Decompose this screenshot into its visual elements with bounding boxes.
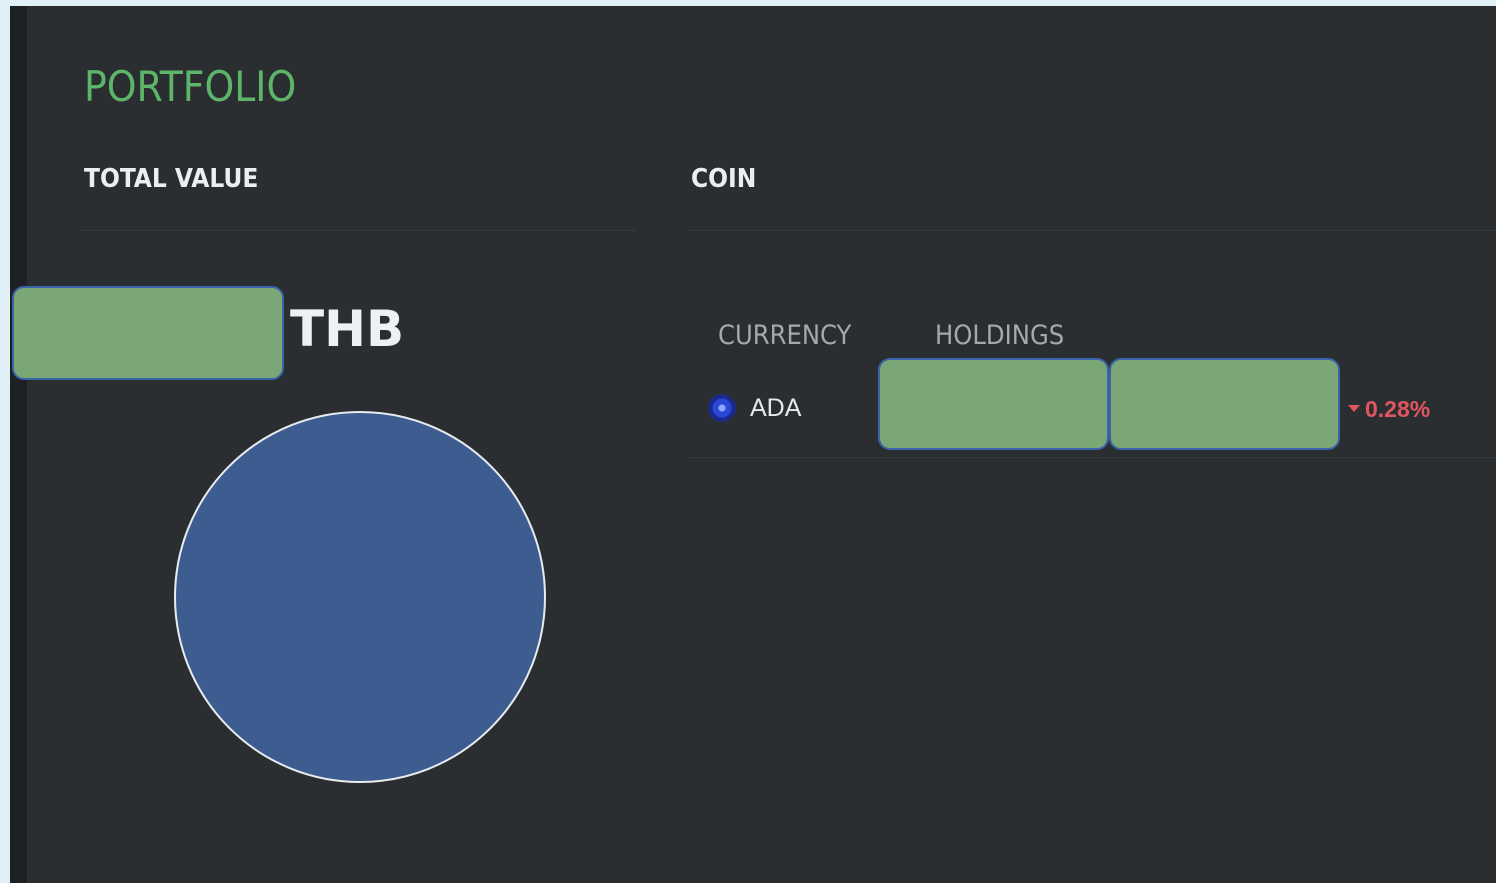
currency-column-header: CURRENCY xyxy=(718,320,852,351)
price-change-value: 0.28% xyxy=(1365,396,1431,422)
total-value-amount-redacted xyxy=(12,286,284,380)
holdings-value-redacted xyxy=(1109,358,1340,450)
holdings-column-header: HOLDINGS xyxy=(935,320,1065,351)
coin-row-ada[interactable]: ADA 0.28% xyxy=(690,356,1496,458)
holdings-amount-redacted xyxy=(878,358,1109,450)
left-edge-strip xyxy=(10,6,27,883)
total-value-currency: THB xyxy=(290,300,405,358)
allocation-pie-chart xyxy=(174,411,546,783)
coin-heading: COIN xyxy=(691,164,757,194)
coin-symbol: ADA xyxy=(750,394,802,422)
coin-divider xyxy=(690,230,1496,231)
cardano-icon xyxy=(708,394,736,422)
down-arrow-icon xyxy=(1348,405,1360,413)
portfolio-panel: PORTFOLIO TOTAL VALUE COIN THB CURRENCY … xyxy=(10,6,1496,883)
row-divider xyxy=(690,457,1496,458)
total-value-divider xyxy=(82,230,636,231)
total-value-heading: TOTAL VALUE xyxy=(84,164,259,194)
pie-slice-ada[interactable] xyxy=(174,411,546,783)
price-change: 0.28% xyxy=(1348,396,1430,423)
page-title: PORTFOLIO xyxy=(84,62,297,111)
